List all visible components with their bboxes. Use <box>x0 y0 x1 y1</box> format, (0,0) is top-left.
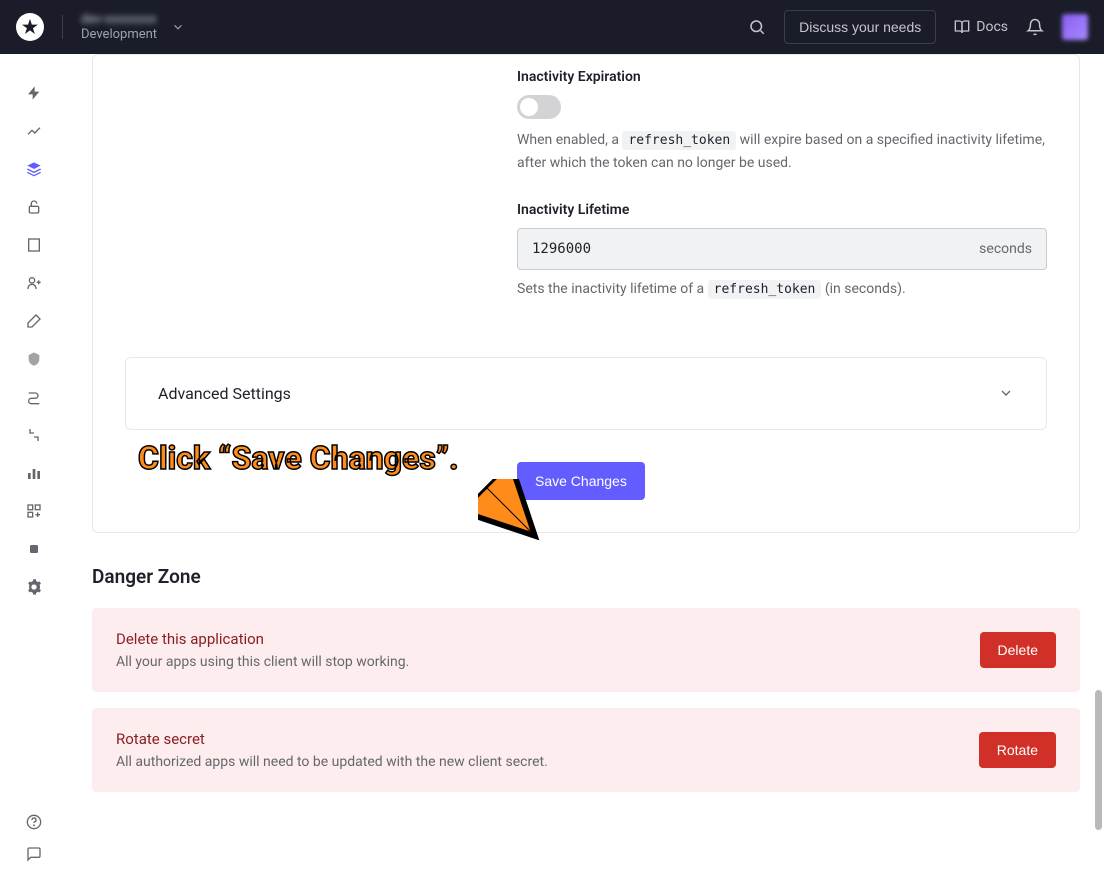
tenant-name: dev-xxxxxxxx <box>81 12 157 27</box>
code-token: refresh_token <box>708 280 822 299</box>
inactivity-lifetime-label: Inactivity Lifetime <box>517 202 1047 218</box>
docs-link[interactable]: Docs <box>954 19 1008 35</box>
discuss-needs-button[interactable]: Discuss your needs <box>784 10 936 44</box>
help-text: (in seconds). <box>821 281 905 297</box>
danger-zone-title: Danger Zone <box>92 565 1080 588</box>
delete-desc: All your apps using this client will sto… <box>116 654 409 670</box>
inactivity-lifetime-field: Inactivity Lifetime seconds Sets the ina… <box>517 202 1047 301</box>
brush-icon[interactable] <box>25 312 43 330</box>
chip-icon[interactable] <box>25 540 43 558</box>
input-suffix: seconds <box>979 241 1032 257</box>
chevron-down-icon <box>998 385 1014 401</box>
scrollbar-thumb[interactable] <box>1095 690 1102 830</box>
inactivity-lifetime-help: Sets the inactivity lifetime of a refres… <box>517 278 1047 301</box>
bolt-icon[interactable] <box>25 84 43 102</box>
route-icon[interactable] <box>25 388 43 406</box>
help-text: When enabled, a <box>517 132 622 148</box>
help-text: Sets the inactivity lifetime of a <box>517 281 708 297</box>
rotate-title: Rotate secret <box>116 730 548 748</box>
inactivity-expiration-help: When enabled, a refresh_token will expir… <box>517 129 1047 174</box>
advanced-settings-label: Advanced Settings <box>158 384 291 403</box>
side-rail <box>0 54 68 883</box>
rotate-secret-card: Rotate secret All authorized apps will n… <box>92 708 1080 792</box>
delete-title: Delete this application <box>116 630 409 648</box>
help-icon[interactable] <box>25 813 43 831</box>
inactivity-lifetime-input-wrap: seconds <box>517 228 1047 270</box>
user-plus-icon[interactable] <box>25 274 43 292</box>
rotate-desc: All authorized apps will need to be upda… <box>116 754 548 770</box>
code-token: refresh_token <box>622 131 736 150</box>
gear-icon[interactable] <box>25 578 43 596</box>
inactivity-lifetime-input[interactable] <box>532 241 979 257</box>
layers-icon[interactable] <box>25 160 43 178</box>
tenant-env: Development <box>81 27 157 42</box>
search-icon[interactable] <box>748 18 766 36</box>
shield-icon[interactable] <box>25 350 43 368</box>
bell-icon[interactable] <box>1026 18 1044 36</box>
chart-icon[interactable] <box>25 122 43 140</box>
docs-label: Docs <box>976 19 1008 35</box>
divider <box>62 15 63 39</box>
chat-icon[interactable] <box>25 845 43 863</box>
delete-application-card: Delete this application All your apps us… <box>92 608 1080 692</box>
avatar[interactable] <box>1062 14 1088 40</box>
lock-icon[interactable] <box>25 198 43 216</box>
advanced-settings-toggle[interactable]: Advanced Settings <box>125 357 1047 430</box>
add-module-icon[interactable] <box>25 502 43 520</box>
tenant-selector[interactable]: dev-xxxxxxxx Development <box>81 12 157 42</box>
chevron-down-icon[interactable] <box>171 20 185 34</box>
building-icon[interactable] <box>25 236 43 254</box>
logo-icon: ★ <box>16 13 44 41</box>
main-content: Inactivity Expiration When enabled, a re… <box>68 54 1104 883</box>
inactivity-expiration-label: Inactivity Expiration <box>517 69 1047 85</box>
inactivity-expiration-toggle[interactable] <box>517 95 561 119</box>
top-nav: ★ dev-xxxxxxxx Development Discuss your … <box>0 0 1104 54</box>
inactivity-expiration-field: Inactivity Expiration When enabled, a re… <box>517 55 1047 174</box>
save-changes-button[interactable]: Save Changes <box>517 462 645 500</box>
rotate-button[interactable]: Rotate <box>979 732 1056 768</box>
toggle-knob <box>520 98 538 116</box>
settings-card: Inactivity Expiration When enabled, a re… <box>92 54 1080 533</box>
bar-chart-icon[interactable] <box>25 464 43 482</box>
delete-button[interactable]: Delete <box>980 632 1056 668</box>
connector-icon[interactable] <box>25 426 43 444</box>
